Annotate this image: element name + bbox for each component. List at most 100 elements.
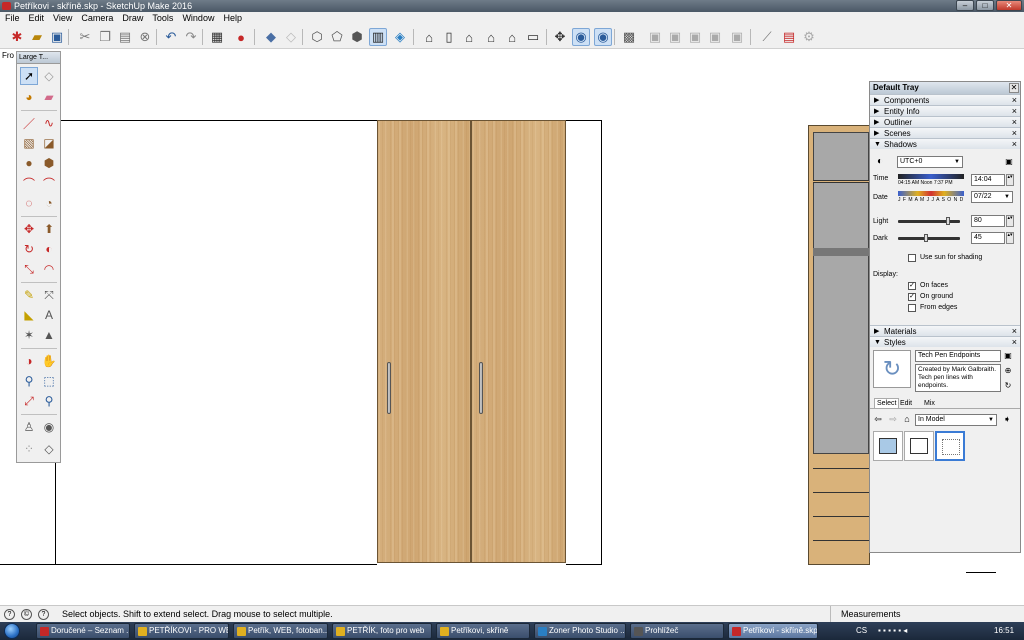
style-thumbnail-1[interactable] [873, 431, 903, 461]
warehouse-icon[interactable]: ▤ [780, 28, 798, 46]
rectangle-tool-icon[interactable]: ▧ [20, 134, 38, 152]
eraser-icon[interactable]: ▰ [40, 88, 58, 106]
dark-spinner[interactable]: ▴▾ [1006, 232, 1014, 244]
tray-close-icon[interactable]: ✕ [1009, 83, 1019, 93]
right-view-icon[interactable]: ⌂ [482, 28, 500, 46]
section-materials[interactable]: ▶ Materials × [870, 325, 1020, 336]
section-shadows[interactable]: ▼ Shadows × [870, 138, 1020, 149]
freehand-tool-icon[interactable]: ∿ [40, 114, 58, 132]
cut-icon[interactable]: ✂ [76, 28, 94, 46]
shaded-textures-icon[interactable]: ◈ [391, 28, 409, 46]
look-around-icon[interactable]: ◉ [40, 418, 58, 436]
erase-icon[interactable]: ⊗ [136, 28, 154, 46]
section-outliner[interactable]: ▶ Outliner × [870, 116, 1020, 127]
shadow-settings-icon[interactable]: ▣ [1004, 155, 1014, 167]
zoom-window-icon[interactable]: ⬚ [40, 372, 58, 390]
section-plane-icon[interactable]: ▣ [646, 28, 664, 46]
paint-bucket-icon[interactable]: ◕ [20, 88, 38, 106]
polygon-tool-icon[interactable]: ⬢ [40, 154, 58, 172]
print-icon[interactable]: ▦ [208, 28, 226, 46]
instructor-icon[interactable]: ? [38, 609, 49, 620]
date-slider[interactable] [898, 191, 964, 196]
credits-icon[interactable]: © [21, 609, 32, 620]
style-thumbnail-3[interactable] [935, 431, 965, 461]
section-planes-icon[interactable]: ▣ [728, 28, 746, 46]
new-model-icon[interactable]: ✱ [8, 28, 26, 46]
save-icon[interactable]: ▣ [48, 28, 66, 46]
style-name-field[interactable]: Tech Pen Endpoints [915, 350, 1001, 362]
time-spinner[interactable]: ▴▾ [1006, 174, 1014, 186]
extension-icon[interactable]: ⚙ [800, 28, 818, 46]
xray-icon[interactable]: ⬡ [308, 28, 326, 46]
tab-mix[interactable]: Mix [924, 400, 935, 407]
layer-icon[interactable]: ▩ [620, 28, 638, 46]
tab-edit[interactable]: Edit [900, 400, 912, 407]
previous-view-icon[interactable]: ⚲ [40, 392, 58, 410]
pan-tool-icon[interactable]: ✋ [40, 352, 58, 370]
style-description-field[interactable]: Created by Mark Galbraith. Tech pen line… [915, 364, 1001, 392]
taskbar-item[interactable]: Petříkovi, skříně [436, 623, 530, 639]
push-pull-icon[interactable]: ⬆ [40, 220, 58, 238]
style-collection-select[interactable]: In Model ▼ [915, 414, 997, 426]
close-button[interactable]: ✕ [996, 0, 1022, 11]
measurements-box[interactable]: Measurements [830, 606, 1024, 623]
orbit-icon[interactable]: ✥ [551, 28, 569, 46]
minimize-button[interactable]: – [956, 0, 974, 11]
on-ground-checkbox[interactable]: ✓ [908, 293, 916, 301]
iso-view-icon[interactable]: ⌂ [420, 28, 438, 46]
make-component-tool-icon[interactable]: ◇ [40, 67, 58, 85]
section-cuts-icon[interactable]: ▣ [706, 28, 724, 46]
select-tool-icon[interactable]: ➚ [20, 67, 38, 85]
dark-field[interactable]: 45 [971, 232, 1005, 244]
taskbar-item[interactable]: Zoner Photo Studio ... [534, 623, 626, 639]
offset-tool-icon[interactable]: ◠ [40, 260, 58, 278]
menu-help[interactable]: Help [220, 12, 248, 25]
taskbar-item-active[interactable]: Petříkovi - skříně.skp... [728, 623, 818, 639]
clock[interactable]: 16:51 [994, 626, 1014, 635]
on-faces-checkbox[interactable]: ✓ [908, 282, 916, 290]
redo-icon[interactable]: ↷ [182, 28, 200, 46]
menu-camera[interactable]: Camera [78, 12, 119, 25]
use-sun-checkbox[interactable] [908, 254, 916, 262]
paste-icon[interactable]: ▤ [116, 28, 134, 46]
taskbar-item[interactable]: Petřík, WEB, fotoban... [233, 623, 328, 639]
wireframe-icon[interactable]: ⬠ [328, 28, 346, 46]
move-tool-icon[interactable]: ✥ [20, 220, 38, 238]
arc-tool-icon[interactable]: ⌒ [20, 174, 38, 192]
line-tool-icon[interactable]: ／ [20, 114, 38, 132]
menu-view[interactable]: View [50, 12, 78, 25]
section-plane-tool-icon[interactable]: ◇ [40, 440, 58, 458]
menu-tools[interactable]: Tools [149, 12, 179, 25]
wardrobe-door-left[interactable] [377, 120, 471, 563]
back-view-icon[interactable]: ⌂ [503, 28, 521, 46]
menu-file[interactable]: File [2, 12, 26, 25]
light-field[interactable]: 80 [971, 215, 1005, 227]
back-arrow-icon[interactable]: ⇦ [873, 414, 883, 424]
timezone-select[interactable]: UTC+0 ▼ [897, 156, 963, 168]
copy-icon[interactable]: ❐ [96, 28, 114, 46]
hidden-line-icon[interactable]: ⬢ [348, 28, 366, 46]
taskbar-item[interactable]: PETŘÍKOVI - PRO WE... [134, 623, 229, 639]
refresh-style-icon[interactable]: ↻ [1003, 380, 1013, 390]
light-slider[interactable] [898, 220, 960, 223]
axes-tool-icon[interactable]: ✶ [20, 326, 38, 344]
dimension-tool-icon[interactable]: ⤧ [40, 286, 58, 304]
time-slider[interactable] [898, 174, 964, 179]
orbit-tool-icon[interactable]: ◑ [20, 352, 38, 370]
menu-window[interactable]: Window [179, 12, 220, 25]
details-arrow-icon[interactable]: ➧ [1002, 414, 1012, 424]
section-styles[interactable]: ▼ Styles × [870, 336, 1020, 347]
zoom-tool-icon[interactable]: ⚲ [20, 372, 38, 390]
tray-icons[interactable]: ▪ ▪ ▪ ▪ ▪ ◂ [878, 626, 907, 635]
perspective-icon[interactable]: ◉ [572, 28, 590, 46]
style-update-icon[interactable]: ▣ [1003, 350, 1013, 360]
section-components[interactable]: ▶ Components × [870, 94, 1020, 105]
follow-me-icon[interactable]: ◐ [40, 240, 58, 258]
pie-tool-icon[interactable]: ◔ [40, 194, 58, 212]
menu-draw[interactable]: Draw [119, 12, 149, 25]
rotated-rectangle-icon[interactable]: ◪ [40, 134, 58, 152]
section-display-icon[interactable]: ▣ [666, 28, 684, 46]
forward-arrow-icon[interactable]: ⇨ [888, 414, 898, 424]
tab-select[interactable]: Select [874, 398, 900, 408]
make-group-icon[interactable]: ◇ [282, 28, 300, 46]
